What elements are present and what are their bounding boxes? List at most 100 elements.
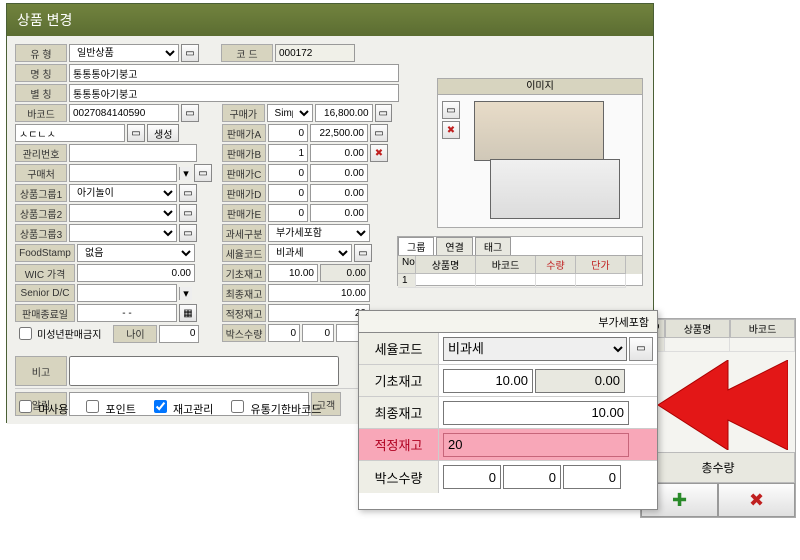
mgmtno-field[interactable] (69, 144, 197, 162)
label-name: 명 칭 (15, 64, 67, 82)
zfinal[interactable] (443, 401, 629, 425)
group1-select[interactable]: 아기놀이 (69, 184, 177, 202)
label-sellE: 판매가E (222, 204, 266, 222)
group3-doc-icon[interactable]: ▭ (179, 224, 197, 242)
memo-field[interactable] (69, 356, 339, 386)
zbox1[interactable] (443, 465, 501, 489)
label-sellB: 판매가B (222, 144, 266, 162)
calendar-icon[interactable]: ▦ (179, 304, 197, 322)
box1[interactable] (268, 324, 300, 342)
label-group2: 상품그룹2 (15, 204, 67, 222)
opt-point[interactable]: 포인트 (82, 397, 135, 417)
zopt[interactable] (443, 433, 629, 457)
zbox3[interactable] (563, 465, 621, 489)
type-clear-icon[interactable]: ▭ (181, 44, 199, 62)
delete-button[interactable]: ✖ (718, 483, 795, 517)
ztaxcode-doc-icon[interactable]: ▭ (629, 337, 653, 361)
sellC-p[interactable] (310, 164, 368, 182)
zbox2[interactable] (503, 465, 561, 489)
label-foodstamp: FoodStamp (15, 244, 75, 262)
minor-checkbox[interactable] (19, 327, 32, 340)
vendor-doc-icon[interactable]: ▭ (194, 164, 212, 182)
group2-select[interactable] (69, 204, 177, 222)
opt-stockmgmt[interactable]: 재고관리 (150, 397, 214, 417)
box2[interactable] (302, 324, 334, 342)
label-wic: WIC 가격 (15, 264, 75, 282)
barcode-search-icon[interactable]: ▭ (181, 104, 199, 122)
seniordc-dropdown-icon[interactable]: ▾ (179, 287, 192, 300)
vatdiv-select[interactable]: 부가세포함 (268, 224, 370, 242)
type-select[interactable]: 일반상품 (69, 44, 179, 62)
barcode-text-field[interactable] (15, 124, 125, 142)
group1-doc-icon[interactable]: ▭ (179, 184, 197, 202)
label-sellC: 판매가C (222, 164, 266, 182)
initstock-a[interactable] (268, 264, 318, 282)
sellA-q[interactable] (268, 124, 308, 142)
label-minor: 미성년판매금지 (37, 326, 101, 341)
purchase-doc-icon[interactable]: ▭ (375, 104, 392, 122)
sellD-q[interactable] (268, 184, 308, 202)
zoom-panel: 부가세포함 세율코드 비과세 ▭ 기초재고 최종재고 적정재고 박스수량 (358, 310, 658, 510)
vendor-dropdown-icon[interactable]: ▾ (179, 167, 192, 180)
thumbnail-1[interactable] (474, 101, 604, 161)
thumbnail-2[interactable] (490, 159, 620, 219)
code-field (275, 44, 355, 62)
tab-group[interactable]: 그룹 (398, 237, 434, 255)
seniordc-field[interactable] (77, 284, 177, 302)
label-finalstock: 최종재고 (222, 284, 266, 302)
label-type: 유 형 (15, 44, 67, 62)
label-optstock: 적정재고 (222, 304, 266, 322)
alias-field[interactable] (69, 84, 399, 102)
label-taxcode: 세율코드 (222, 244, 266, 262)
tab-tag[interactable]: 태그 (475, 237, 511, 255)
vendor-field[interactable] (69, 164, 177, 182)
right-panel: No 상품명 바코드 1 총수량 ✚ ✖ (640, 318, 796, 518)
optstock-field[interactable] (268, 304, 370, 322)
label-sellD: 판매가D (222, 184, 266, 202)
sellE-p[interactable] (310, 204, 368, 222)
label-purchase: 구매가 (222, 104, 265, 122)
zlabel-opt: 적정재고 (359, 429, 439, 460)
sellD-p[interactable] (310, 184, 368, 202)
image-header: 이미지 (438, 79, 642, 95)
group3-select[interactable] (69, 224, 177, 242)
rcol-name: 상품명 (665, 319, 730, 338)
zlabel-init: 기초재고 (359, 365, 439, 396)
wic-field[interactable] (77, 264, 195, 282)
sellA-p[interactable] (310, 124, 368, 142)
col-price: 단가 (576, 256, 626, 274)
opt-unused[interactable]: 미사용 (15, 397, 68, 417)
taxcode-select[interactable]: 비과세 (268, 244, 352, 262)
sellB-p[interactable] (310, 144, 368, 162)
opt-expbarcode[interactable]: 유통기한바코드 (227, 397, 321, 417)
taxcode-doc-icon[interactable]: ▭ (354, 244, 372, 262)
enddate-field[interactable] (77, 304, 177, 322)
image-add-icon[interactable]: ▭ (442, 101, 460, 119)
ztaxcode-select[interactable]: 비과세 (443, 337, 627, 361)
label-group1: 상품그룹1 (15, 184, 67, 202)
purchase-field[interactable] (315, 104, 373, 122)
zinit-a[interactable] (443, 369, 533, 393)
finalstock-field[interactable] (268, 284, 370, 302)
label-seniordc: Senior D/C (15, 284, 75, 302)
age-field[interactable] (159, 325, 199, 343)
grid-row-1[interactable]: 1 (398, 274, 642, 288)
sellB-del-icon[interactable]: ✖ (370, 144, 388, 162)
group2-doc-icon[interactable]: ▭ (179, 204, 197, 222)
label-vendor: 구매처 (15, 164, 67, 182)
foodstamp-select[interactable]: 없음 (77, 244, 195, 262)
sellB-q[interactable] (268, 144, 308, 162)
barcode-field[interactable] (69, 104, 179, 122)
name-field[interactable] (69, 64, 399, 82)
label-memo: 비고 (15, 356, 67, 386)
right-row-1[interactable]: 1 (641, 338, 795, 352)
tab-link[interactable]: 연결 (436, 237, 472, 255)
sellC-q[interactable] (268, 164, 308, 182)
generate-button[interactable]: 생성 (147, 124, 179, 142)
image-del-icon[interactable]: ✖ (442, 121, 460, 139)
sellE-q[interactable] (268, 204, 308, 222)
barcode-doc-icon[interactable]: ▭ (127, 124, 145, 142)
zinit-b (535, 369, 625, 393)
purchase-mode-select[interactable]: Simple (267, 104, 313, 122)
sellA-doc-icon[interactable]: ▭ (370, 124, 388, 142)
